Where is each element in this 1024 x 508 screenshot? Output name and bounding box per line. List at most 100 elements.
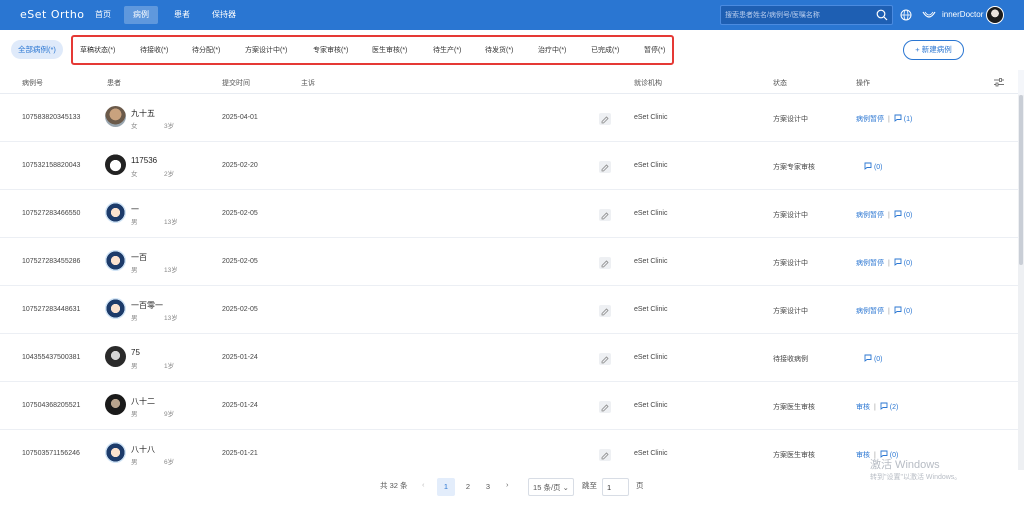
case-action-link[interactable]: 审核 [856, 404, 870, 411]
filter-expert-review[interactable]: 专家审核(*) [313, 45, 348, 55]
table-header: 病例号 患者 提交时间 主诉 就诊机构 状态 操作 [0, 70, 1018, 94]
filter-pending-production[interactable]: 待生产(*) [433, 45, 461, 55]
filter-all-cases[interactable]: 全部病例(*) [11, 40, 63, 59]
comment-icon[interactable] [894, 114, 902, 123]
filter-pending-shipment[interactable]: 待发货(*) [485, 45, 513, 55]
comment-count[interactable]: (0) [874, 164, 883, 171]
search-icon[interactable] [876, 9, 888, 21]
filter-designing[interactable]: 方案设计中(*) [245, 45, 287, 55]
edit-complaint-icon[interactable] [599, 113, 611, 125]
comment-icon[interactable] [894, 258, 902, 267]
case-status: 方案设计中 [773, 116, 808, 123]
filter-pending-assign[interactable]: 待分配(*) [192, 45, 220, 55]
table-row[interactable]: 107583820345133 九十五女 3岁 2025-04-01 eSet Clin… [0, 94, 1018, 142]
jump-page-input[interactable]: 1 [602, 478, 629, 496]
patient-gender: 女 [131, 171, 138, 178]
case-number[interactable]: 107527283455286 [22, 258, 80, 265]
case-number[interactable]: 107503571156246 [22, 450, 80, 457]
filter-in-treatment[interactable]: 治疗中(*) [538, 45, 566, 55]
table-row[interactable]: 107527283466550 一男 13岁 2025-02-05 eSet Clini… [0, 190, 1018, 238]
table-row[interactable]: 104355437500381 75 男 1岁 2025-01-24 eSet Clini… [0, 334, 1018, 382]
page-1[interactable]: 1 [437, 478, 455, 496]
patient-name[interactable]: 一 [131, 204, 139, 215]
case-action-link[interactable]: 病例暂停 [856, 212, 884, 219]
case-action-link[interactable]: 病例暂停 [856, 116, 884, 123]
patient-gender: 男 [131, 459, 138, 466]
search-input[interactable] [725, 9, 875, 22]
nav-retainers[interactable]: 保持器 [203, 6, 245, 24]
case-number[interactable]: 107504368205521 [22, 402, 80, 409]
page-3[interactable]: 3 [479, 478, 497, 496]
column-settings-icon[interactable] [994, 78, 1004, 87]
comment-icon[interactable] [864, 354, 872, 363]
comment-icon[interactable] [880, 402, 888, 411]
user-avatar[interactable] [986, 6, 1004, 24]
comment-icon[interactable] [894, 210, 902, 219]
patient-name[interactable]: 九十五 [131, 108, 155, 119]
table-row[interactable]: 107503571156246 八十八男 6岁 2025-01-21 eSet Clin… [0, 430, 1018, 470]
comment-icon[interactable] [864, 162, 872, 171]
clinic-name: eSet Clinic [634, 258, 668, 265]
patient-name[interactable]: 75 [131, 348, 140, 357]
patient-name[interactable]: 八十八 [131, 444, 155, 455]
comment-count[interactable]: (0) [904, 308, 913, 315]
comment-count[interactable]: (0) [874, 356, 883, 363]
case-action-link[interactable]: 病例暂停 [856, 308, 884, 315]
action-separator: | [888, 116, 890, 123]
case-action-link[interactable]: 病例暂停 [856, 260, 884, 267]
scrollbar-thumb[interactable] [1019, 95, 1023, 265]
comment-count[interactable]: (0) [904, 212, 913, 219]
header-actions: 操作 [856, 80, 870, 87]
prev-page-icon[interactable]: ‹ [422, 480, 425, 489]
new-case-button[interactable]: + 新建病例 [903, 40, 964, 60]
table-scrollbar[interactable] [1018, 95, 1024, 470]
nav-patients[interactable]: 患者 [165, 6, 199, 24]
header-case-no: 病例号 [22, 80, 43, 87]
header-status: 状态 [773, 80, 787, 87]
patient-name[interactable]: 八十二 [131, 396, 155, 407]
case-number[interactable]: 107527283466550 [22, 210, 80, 217]
action-separator: | [888, 260, 890, 267]
username[interactable]: innerDoctor [942, 10, 983, 19]
edit-complaint-icon[interactable] [599, 449, 611, 461]
case-action-link[interactable]: 审核 [856, 452, 870, 459]
filter-doctor-review[interactable]: 医生审核(*) [372, 45, 407, 55]
edit-complaint-icon[interactable] [599, 161, 611, 173]
table-row[interactable]: 107504368205521 八十二男 9岁 2025-01-24 eSet Clin… [0, 382, 1018, 430]
case-number[interactable]: 107527283448631 [22, 306, 80, 313]
language-globe-icon[interactable] [900, 9, 912, 21]
clinic-name: eSet Clinic [634, 210, 668, 217]
table-row[interactable]: 107532158820043 117536 女 2岁 2025-02-20 eSet C… [0, 142, 1018, 190]
comment-icon[interactable] [894, 306, 902, 315]
edit-complaint-icon[interactable] [599, 209, 611, 221]
filter-pending-receive[interactable]: 待接收(*) [140, 45, 168, 55]
nav-home[interactable]: 首页 [86, 6, 120, 24]
nav-cases[interactable]: 病例 [124, 6, 158, 24]
comment-count[interactable]: (2) [890, 404, 899, 411]
edit-complaint-icon[interactable] [599, 401, 611, 413]
filter-draft[interactable]: 草稿状态(*) [80, 45, 115, 55]
table-row[interactable]: 107527283455286 一百男 13岁 2025-02-05 eSet Clin… [0, 238, 1018, 286]
table-row[interactable]: 107527283448631 一百零一男 13岁 2025-02-05 eSet Cl… [0, 286, 1018, 334]
row-actions: 病例暂停 | (0) [856, 210, 912, 220]
comment-count[interactable]: (0) [904, 260, 913, 267]
page-size-select[interactable]: 15 条/页 ⌄ [528, 478, 574, 496]
case-number[interactable]: 104355437500381 [22, 354, 80, 361]
case-number[interactable]: 107583820345133 [22, 114, 80, 121]
patient-avatar [105, 346, 126, 367]
patient-age: 3岁 [164, 123, 175, 130]
next-page-icon[interactable]: › [506, 480, 509, 489]
patient-name[interactable]: 117536 [131, 156, 157, 165]
filter-completed[interactable]: 已完成(*) [591, 45, 619, 55]
edit-complaint-icon[interactable] [599, 305, 611, 317]
patient-name[interactable]: 一百零一 [131, 300, 163, 311]
edit-complaint-icon[interactable] [599, 353, 611, 365]
comment-count[interactable]: (1) [904, 116, 913, 123]
edit-complaint-icon[interactable] [599, 257, 611, 269]
patient-name[interactable]: 一百 [131, 252, 147, 263]
cases-table: 病例号 患者 提交时间 主诉 就诊机构 状态 操作 10758382034513… [0, 70, 1018, 470]
page-2[interactable]: 2 [459, 478, 477, 496]
patient-gender: 男 [131, 219, 138, 226]
filter-paused[interactable]: 暂停(*) [644, 45, 665, 55]
case-number[interactable]: 107532158820043 [22, 162, 80, 169]
